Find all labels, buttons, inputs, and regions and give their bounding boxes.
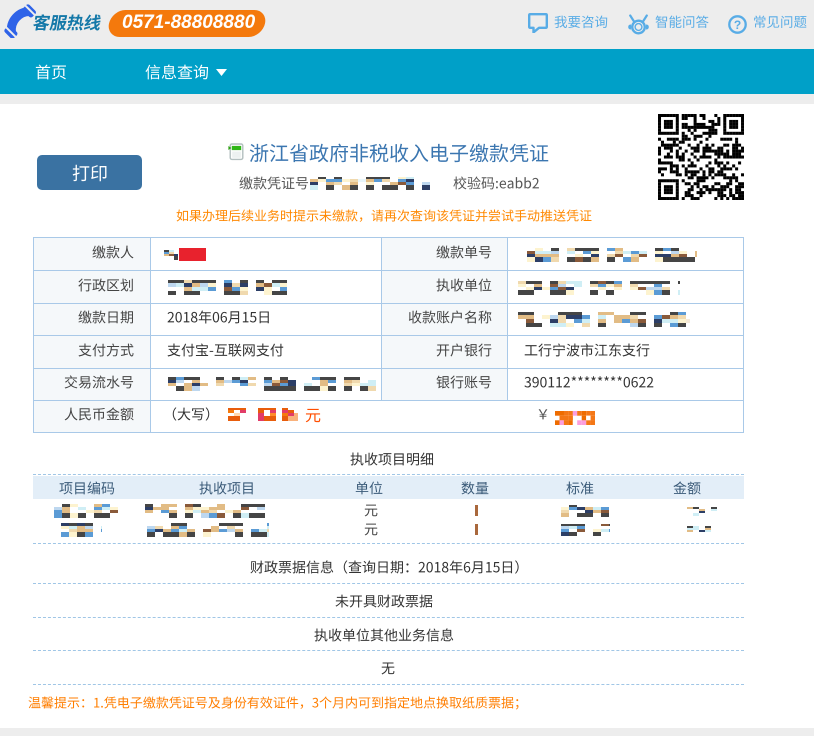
svg-text:?: ? bbox=[734, 18, 741, 32]
